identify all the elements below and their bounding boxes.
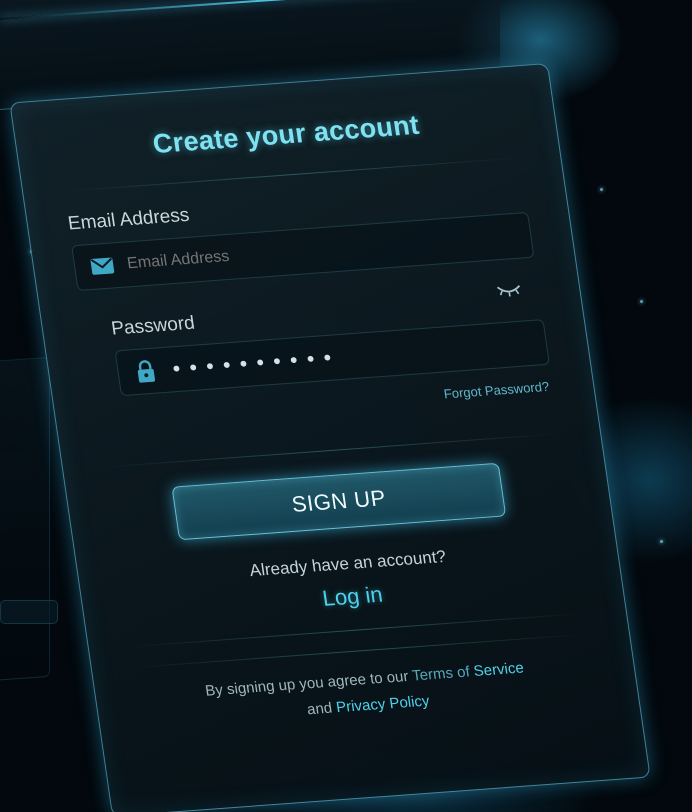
sign-up-button[interactable]: SIGN UP <box>171 462 507 541</box>
envelope-icon <box>88 254 117 278</box>
terms-prefix: By signing up you agree to our <box>204 667 410 700</box>
lock-icon <box>131 359 160 383</box>
terms-and: and <box>305 699 334 719</box>
privacy-policy-link[interactable]: Privacy Policy <box>335 692 431 716</box>
terms-notice: By signing up you agree to our Terms of … <box>134 650 598 735</box>
background-panel-left <box>0 356 50 684</box>
password-input[interactable]: •••••••••• <box>169 345 340 381</box>
sparkle <box>660 540 663 543</box>
sparkle <box>600 188 603 191</box>
signup-card: Create your account Email Address Passwo… <box>9 63 651 812</box>
background-scene: Create your account Email Address Passwo… <box>0 0 692 812</box>
terms-of-link[interactable]: Terms of <box>411 663 471 684</box>
background-badge <box>0 600 58 624</box>
eye-closed-icon[interactable] <box>495 282 523 300</box>
service-link[interactable]: Service <box>473 659 525 680</box>
email-input[interactable] <box>126 233 428 274</box>
sparkle <box>640 300 643 303</box>
page-title: Create your account <box>150 109 422 160</box>
